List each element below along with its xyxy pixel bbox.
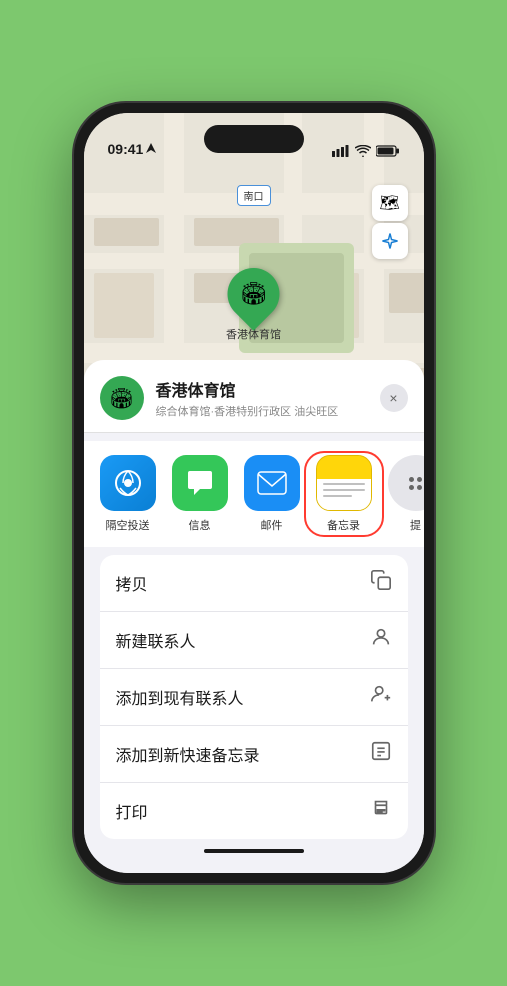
quick-note-icon — [370, 740, 392, 768]
action-add-existing-label: 添加到现有联系人 — [116, 685, 244, 709]
action-new-contact[interactable]: 新建联系人 — [100, 612, 408, 669]
map-north-gate-label: 南口 — [237, 185, 271, 206]
print-icon — [370, 797, 392, 825]
location-header: 🏟 香港体育馆 综合体育馆·香港特别行政区 油尖旺区 × — [84, 360, 424, 433]
more-label: 提 — [410, 517, 421, 533]
stadium-icon: 🏟 — [240, 281, 268, 307]
airdrop-icon — [100, 455, 156, 511]
location-detail: 综合体育馆·香港特别行政区 油尖旺区 — [156, 403, 368, 419]
mail-icon — [244, 455, 300, 511]
phone-screen: 09:41 — [84, 113, 424, 873]
location-name: 香港体育馆 — [156, 377, 368, 401]
more-icon-container — [388, 455, 424, 511]
close-button[interactable]: × — [380, 384, 408, 412]
share-apps-row: 隔空投送 信息 — [84, 441, 424, 547]
bottom-sheet: 🏟 香港体育馆 综合体育馆·香港特别行政区 油尖旺区 × — [84, 360, 424, 873]
mail-label: 邮件 — [261, 517, 283, 533]
action-copy[interactable]: 拷贝 — [100, 555, 408, 612]
share-app-mail[interactable]: 邮件 — [236, 455, 308, 533]
compass-icon — [381, 232, 399, 250]
messages-label: 信息 — [189, 517, 211, 533]
copy-icon — [370, 569, 392, 597]
action-add-notes[interactable]: 添加到新快速备忘录 — [100, 726, 408, 783]
airdrop-label: 隔空投送 — [106, 517, 150, 533]
signal-icon — [332, 145, 350, 157]
add-contact-icon — [370, 683, 392, 711]
status-icons — [332, 145, 400, 157]
status-time: 09:41 — [108, 141, 157, 157]
time-display: 09:41 — [108, 141, 144, 157]
location-info: 香港体育馆 综合体育馆·香港特别行政区 油尖旺区 — [156, 377, 368, 419]
location-arrow-icon — [146, 143, 156, 155]
action-copy-label: 拷贝 — [116, 571, 148, 595]
messages-icon — [172, 455, 228, 511]
battery-icon — [376, 145, 400, 157]
share-app-notes[interactable]: 备忘录 — [308, 455, 380, 533]
share-app-more[interactable]: 提 — [380, 455, 424, 533]
phone-frame: 09:41 — [74, 103, 434, 883]
share-app-messages[interactable]: 信息 — [164, 455, 236, 533]
action-new-contact-label: 新建联系人 — [116, 628, 196, 652]
location-icon: 🏟 — [100, 376, 144, 420]
more-icon — [388, 455, 424, 511]
share-app-airdrop[interactable]: 隔空投送 — [92, 455, 164, 533]
map-controls: 🗺 — [372, 185, 408, 259]
wifi-icon — [355, 145, 371, 157]
action-list: 拷贝 新建联系人 — [100, 555, 408, 839]
action-print-label: 打印 — [116, 799, 148, 823]
marker-pin: 🏟 — [217, 257, 291, 331]
stadium-marker: 🏟 香港体育馆 — [226, 268, 281, 342]
notes-icon — [316, 455, 372, 511]
location-button[interactable] — [372, 223, 408, 259]
new-contact-icon — [370, 626, 392, 654]
home-indicator — [204, 849, 304, 853]
dynamic-island — [204, 125, 304, 153]
action-print[interactable]: 打印 — [100, 783, 408, 839]
map-layers-button[interactable]: 🗺 — [372, 185, 408, 221]
action-add-notes-label: 添加到新快速备忘录 — [116, 742, 260, 766]
notes-label: 备忘录 — [327, 517, 360, 533]
action-add-existing[interactable]: 添加到现有联系人 — [100, 669, 408, 726]
